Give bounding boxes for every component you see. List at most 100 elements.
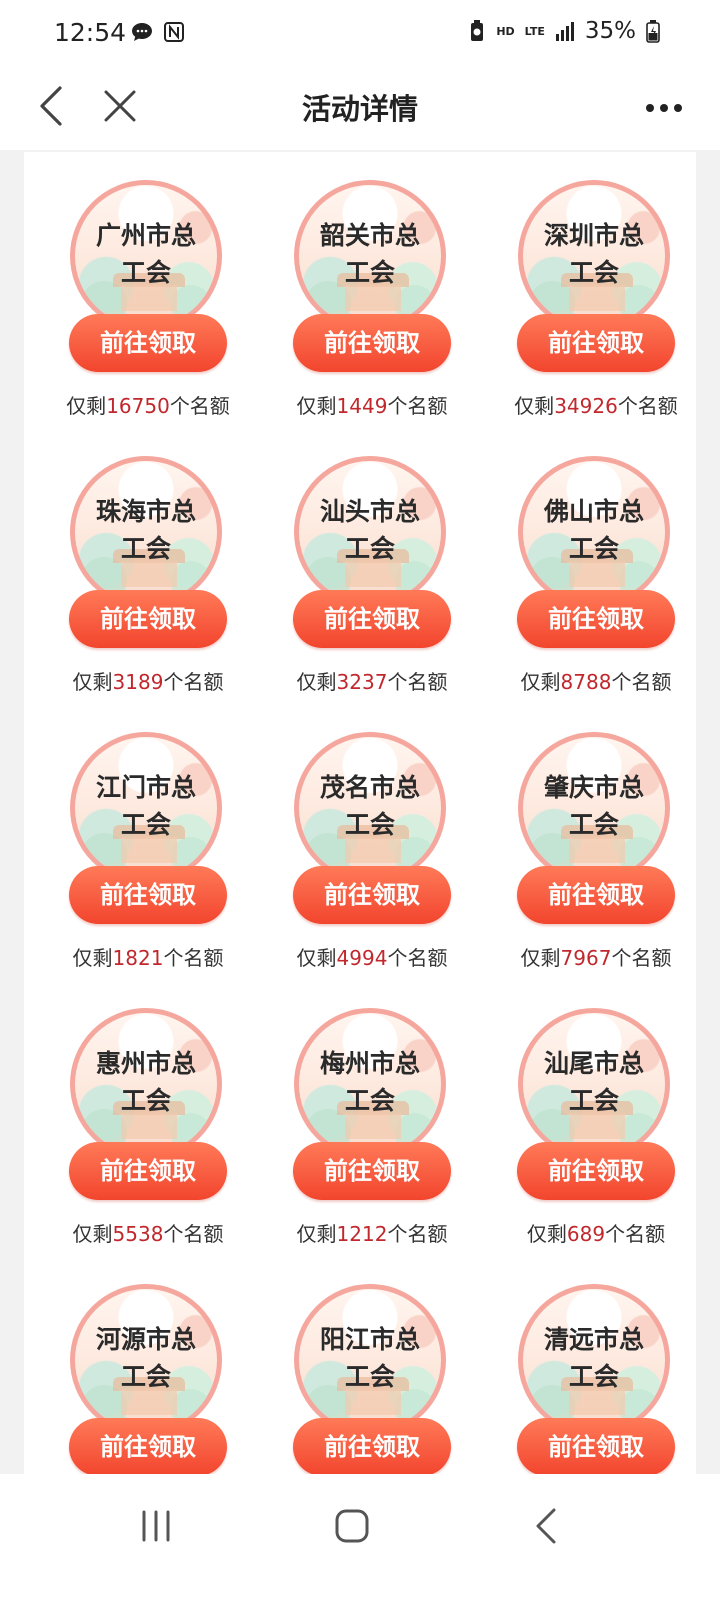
union-name-line1: 韶关市总 [319,221,420,250]
union-card: 清远市总 工会 前往领取 [472,1256,696,1504]
remaining-quota: 仅剩16750个名额 [24,390,272,419]
status-right: HD LTE 35% [468,18,660,44]
union-name-line1: 江门市总 [95,773,196,802]
claim-button[interactable]: 前往领取 [69,314,227,372]
quota-number: 4994 [336,946,388,970]
union-name: 清远市总 工会 [523,1321,665,1395]
quota-suffix: 个名额 [163,946,224,970]
union-grid: 广州市总 工会 前往领取 仅剩16750个名额 韶关市总 工会 前往领取 仅剩144… [24,152,696,1504]
quota-prefix: 仅剩 [72,670,113,694]
nfc-icon [164,22,184,42]
page-title: 活动详情 [301,92,418,126]
union-badge: 韶关市总 工会 [294,180,446,332]
claim-button[interactable]: 前往领取 [293,590,451,648]
quota-number: 8788 [560,670,612,694]
union-name: 深圳市总 工会 [523,217,665,291]
claim-button[interactable]: 前往领取 [69,866,227,924]
union-name-line1: 清远市总 [543,1325,644,1354]
union-name: 肇庆市总 工会 [523,769,665,843]
quota-number: 1449 [336,394,388,418]
quota-prefix: 仅剩 [72,1222,113,1246]
hd-label: HD [496,24,515,38]
claim-button[interactable]: 前往领取 [69,590,227,648]
union-name: 江门市总 工会 [75,769,217,843]
union-name-line2: 工会 [568,534,619,563]
remaining-quota: 仅剩3237个名额 [248,666,496,695]
union-card: 珠海市总 工会 前往领取 仅剩3189个名额 [24,428,248,704]
quota-suffix: 个名额 [163,670,224,694]
union-name-line2: 工会 [344,534,395,563]
remaining-quota: 仅剩5538个名额 [24,1218,272,1247]
quota-prefix: 仅剩 [526,1222,567,1246]
status-bar: 12:54 HD LTE 35% [0,0,720,64]
remaining-quota: 仅剩4994个名额 [248,942,496,971]
union-card: 梅州市总 工会 前往领取 仅剩1212个名额 [248,980,472,1256]
quota-number: 5538 [112,1222,164,1246]
union-name-line2: 工会 [568,258,619,287]
claim-button[interactable]: 前往领取 [69,1418,227,1476]
union-badge: 佛山市总 工会 [518,456,670,608]
union-name-line2: 工会 [120,534,171,563]
claim-button[interactable]: 前往领取 [293,866,451,924]
claim-button[interactable]: 前往领取 [293,1418,451,1476]
union-name-line2: 工会 [568,1086,619,1115]
quota-number: 689 [566,1222,606,1246]
quota-number: 16750 [106,394,170,418]
union-card: 广州市总 工会 前往领取 仅剩16750个名额 [24,152,248,428]
union-badge: 江门市总 工会 [70,732,222,884]
union-name-line1: 广州市总 [95,221,196,250]
quota-suffix: 个名额 [163,1222,224,1246]
home-button[interactable] [330,1504,374,1548]
back-arrow-icon [536,1508,556,1544]
union-card: 佛山市总 工会 前往领取 仅剩8788个名额 [472,428,696,704]
system-back-button[interactable] [526,1504,570,1548]
quota-prefix: 仅剩 [296,946,337,970]
union-badge: 汕头市总 工会 [294,456,446,608]
union-badge: 河源市总 工会 [70,1284,222,1436]
union-card: 韶关市总 工会 前往领取 仅剩1449个名额 [248,152,472,428]
more-dots-icon [646,104,682,112]
remaining-quota: 仅剩34926个名额 [472,390,696,419]
union-badge: 肇庆市总 工会 [518,732,670,884]
quota-suffix: 个名额 [387,946,448,970]
status-time: 12:54 [54,18,127,47]
union-name-line1: 河源市总 [95,1325,196,1354]
union-name-line2: 工会 [568,810,619,839]
system-nav-bar [0,1474,720,1600]
union-card: 汕尾市总 工会 前往领取 仅剩689个名额 [472,980,696,1256]
remaining-quota: 仅剩3189个名额 [24,666,272,695]
quota-suffix: 个名额 [387,1222,448,1246]
claim-button[interactable]: 前往领取 [517,866,675,924]
quota-prefix: 仅剩 [520,946,561,970]
recent-apps-button[interactable] [134,1504,178,1548]
claim-button[interactable]: 前往领取 [517,590,675,648]
claim-button[interactable]: 前往领取 [517,1142,675,1200]
remaining-quota: 仅剩7967个名额 [472,942,696,971]
quota-suffix: 个名额 [611,670,672,694]
more-options-button[interactable] [642,86,686,130]
union-name: 广州市总 工会 [75,217,217,291]
quota-prefix: 仅剩 [520,670,561,694]
union-name-line2: 工会 [344,1086,395,1115]
claim-button[interactable]: 前往领取 [517,314,675,372]
union-name-line2: 工会 [344,810,395,839]
data-saver-icon [471,20,484,41]
claim-button[interactable]: 前往领取 [293,314,451,372]
union-name: 茂名市总 工会 [299,769,441,843]
chat-icon [132,23,152,41]
union-name: 阳江市总 工会 [299,1321,441,1395]
claim-button[interactable]: 前往领取 [517,1418,675,1476]
quota-number: 34926 [554,394,618,418]
union-name: 惠州市总 工会 [75,1045,217,1119]
union-name-line2: 工会 [344,258,395,287]
union-name-line1: 惠州市总 [95,1049,196,1078]
union-badge: 惠州市总 工会 [70,1008,222,1160]
claim-button[interactable]: 前往领取 [293,1142,451,1200]
remaining-quota: 仅剩1449个名额 [248,390,496,419]
signal-icon [555,22,574,41]
union-badge: 阳江市总 工会 [294,1284,446,1436]
union-name-line1: 阳江市总 [319,1325,420,1354]
claim-button[interactable]: 前往领取 [69,1142,227,1200]
union-name-line2: 工会 [120,810,171,839]
union-badge: 汕尾市总 工会 [518,1008,670,1160]
